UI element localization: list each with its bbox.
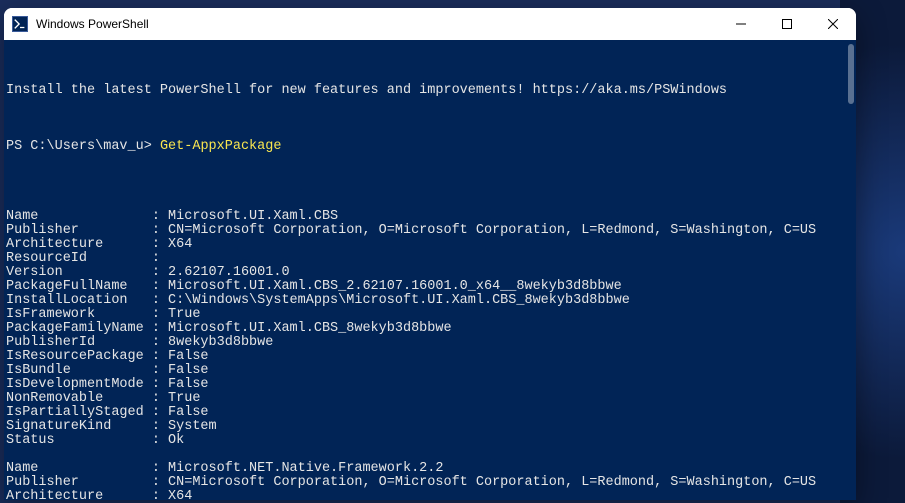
property-line: PublisherId : 8wekyb3d8bbwe xyxy=(6,336,854,350)
prompt-path: PS C:\Users\mav_u> xyxy=(6,139,160,154)
property-line: Version : 2.62107.16001.0 xyxy=(6,266,854,280)
close-button[interactable] xyxy=(810,8,856,40)
window-controls xyxy=(718,8,856,40)
property-line: PackageFamilyName : Microsoft.UI.Xaml.CB… xyxy=(6,322,854,336)
package-block: Name : Microsoft.UI.Xaml.CBSPublisher : … xyxy=(6,210,854,448)
terminal-output[interactable]: Install the latest PowerShell for new fe… xyxy=(4,40,856,500)
package-block: Name : Microsoft.NET.Native.Framework.2.… xyxy=(6,462,854,500)
scrollbar-thumb[interactable] xyxy=(848,44,854,104)
property-line: InstallLocation : C:\Windows\SystemApps\… xyxy=(6,294,854,308)
property-line: Status : Ok xyxy=(6,434,854,448)
powershell-window: Windows PowerShell Install the latest Po… xyxy=(4,8,856,500)
property-line: IsBundle : False xyxy=(6,364,854,378)
property-line: IsFramework : True xyxy=(6,308,854,322)
property-line: Publisher : CN=Microsoft Corporation, O=… xyxy=(6,476,854,490)
property-line: Name : Microsoft.NET.Native.Framework.2.… xyxy=(6,462,854,476)
property-line: Publisher : CN=Microsoft Corporation, O=… xyxy=(6,224,854,238)
property-line: ResourceId : xyxy=(6,252,854,266)
maximize-button[interactable] xyxy=(764,8,810,40)
property-line: PackageFullName : Microsoft.UI.Xaml.CBS_… xyxy=(6,280,854,294)
prompt-line: PS C:\Users\mav_u> Get-AppxPackage xyxy=(6,140,854,154)
property-line: IsResourcePackage : False xyxy=(6,350,854,364)
property-line: NonRemovable : True xyxy=(6,392,854,406)
property-line: SignatureKind : System xyxy=(6,420,854,434)
property-line: IsDevelopmentMode : False xyxy=(6,378,854,392)
property-line: Architecture : X64 xyxy=(6,490,854,500)
powershell-icon xyxy=(12,16,28,32)
packages-output: Name : Microsoft.UI.Xaml.CBSPublisher : … xyxy=(6,210,854,500)
minimize-button[interactable] xyxy=(718,8,764,40)
prompt-command: Get-AppxPackage xyxy=(160,139,282,154)
property-line: Architecture : X64 xyxy=(6,238,854,252)
window-title: Windows PowerShell xyxy=(36,17,149,31)
intro-message: Install the latest PowerShell for new fe… xyxy=(6,84,854,98)
window-titlebar[interactable]: Windows PowerShell xyxy=(4,8,856,40)
property-line: Name : Microsoft.UI.Xaml.CBS xyxy=(6,210,854,224)
property-line: IsPartiallyStaged : False xyxy=(6,406,854,420)
